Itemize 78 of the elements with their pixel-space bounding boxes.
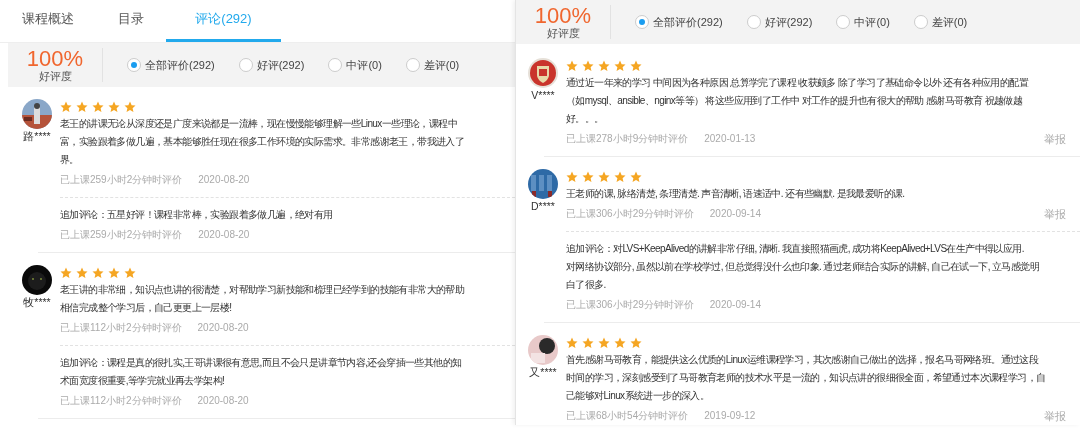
filter-radio[interactable]: 好评(292): [238, 56, 305, 74]
review-text: 时间的学习，深刻感受到了马哥教育老师的技术水平是一流的，知识点讲的很细很全面，希望通过本次课程学习，自: [566, 372, 1046, 383]
star-icon: [92, 101, 104, 113]
followup-text: 追加评论：五星好评！课程非常棒，实验跟着多做几遍，绝对有用: [60, 209, 333, 220]
star-icon: [582, 337, 594, 349]
review-date: 2020-08-20: [198, 228, 250, 242]
star-icon: [60, 267, 72, 279]
filter-radio[interactable]: 差评(0): [405, 56, 460, 74]
star-icon: [124, 267, 136, 279]
review-date: 2020-08-20: [197, 321, 249, 335]
filter-radio[interactable]: 中评(0): [836, 13, 890, 31]
star-icon: [92, 267, 104, 279]
star-icon: [582, 60, 594, 72]
tab[interactable]: 课程概述: [0, 0, 96, 42]
star-icon: [566, 337, 578, 349]
followup-text: 对网络协议部分, 虽然以前在学校学过, 但总觉得没什么也印象. 通过老师结合实际的讲解, 自己在试一下, 立马感觉明: [566, 261, 1039, 272]
star-icon: [598, 337, 610, 349]
review-text: 王老师的课, 脉络清楚, 条理清楚. 声音清晰, 语速适中. 还有些幽默. 是我最爱听的课.: [566, 188, 905, 199]
star-icon: [614, 171, 626, 183]
star-icon: [124, 101, 136, 113]
star-icon: [614, 337, 626, 349]
filter-radio[interactable]: 差评(0): [913, 13, 968, 31]
review-hours: 已上课112小时2分钟时评价: [60, 394, 182, 408]
user-name: 路****: [23, 129, 51, 144]
review-date: 2020-08-20: [197, 394, 249, 408]
review-text: 老王讲的非常细，知识点也讲的很清楚，对帮助学习新技能和梳理已经学到的技能有非常大的帮助: [60, 284, 465, 295]
rating-percent: 100%: [26, 48, 84, 70]
user-name: D****: [531, 199, 555, 214]
star-icon: [598, 60, 610, 72]
review-date: 2019-09-12: [704, 409, 756, 423]
review-date: 2020-09-14: [709, 207, 761, 221]
review-text: 界。: [60, 154, 79, 165]
star-icon: [566, 60, 578, 72]
review-hours: 已上课259小时2分钟时评价: [60, 173, 183, 187]
star-icon: [614, 60, 626, 72]
review-hours: 已上课259小时2分钟时评价: [60, 228, 183, 242]
star-icon: [630, 337, 642, 349]
star-icon: [108, 101, 120, 113]
review-text: 首先感谢马哥教育，能提供这么优质的Linux运维课程学习，其次感谢自己做出的选择，报名马哥网络班。通过这段: [566, 354, 1039, 365]
rating-label: 好评度: [38, 70, 72, 82]
filter-radio[interactable]: 全部评价(292): [127, 56, 215, 74]
rating-percent: 100%: [534, 5, 592, 27]
star-icon: [76, 267, 88, 279]
review-text: 通过近一年来的学习 中间因为各种原因 总算学完了课程 收获颇多 除了学习了基础命令以外 还有各种应用的配置: [566, 77, 1029, 88]
tab[interactable]: 目录: [96, 0, 166, 42]
followup-text: 术面宽度很重要,等学完就业再去学架构!: [60, 375, 225, 386]
filter-radio[interactable]: 全部评价(292): [635, 13, 723, 31]
filter-radio[interactable]: 中评(0): [328, 56, 382, 74]
review-text: 好。。。: [566, 113, 604, 124]
rating-label: 好评度: [546, 27, 580, 39]
review-date: 2020-01-13: [704, 132, 756, 146]
followup-text: 白了很多.: [566, 279, 606, 290]
star-icon: [108, 267, 120, 279]
filter-radio[interactable]: 好评(292): [746, 13, 813, 31]
review-text: （如mysql、ansible、nginx等等） 将这些应用到了工作中 对工作的提升也有很大的帮助 感谢马哥教育 祝越做越: [566, 95, 1023, 106]
review-text: 相信完成整个学习后，自己更更上一层楼!: [60, 302, 232, 313]
review-hours: 已上课112小时2分钟时评价: [60, 321, 182, 335]
star-icon: [630, 171, 642, 183]
review-hours: 已上课278小时9分钟时评价: [566, 132, 689, 146]
star-icon: [598, 171, 610, 183]
review-text: 富，实验跟着多做几遍，基本能够胜任现在很多工作环境的实际需求。非常感谢老王，带我进入了: [60, 136, 465, 147]
followup-text: 追加评论：对LVS+KeepAlived的讲解非常仔细, 清晰. 我直接照猫画虎, 成功将KeepAlived+LVS在生产中得以应用.: [566, 243, 1024, 254]
user-name: V****: [531, 88, 555, 103]
review-text: 老王的讲课无论从深度还是广度来说都是一流棒，现在慢慢能够理解一些Linux一些理论，课程中: [60, 118, 457, 129]
star-icon: [630, 60, 642, 72]
user-name: 牧****: [23, 295, 51, 310]
star-icon: [566, 171, 578, 183]
followup-text: 追加评论：课程是真的很扎实,王哥讲课很有意思,而且不会只是讲章节内容,还会穿插一些其他的知: [60, 357, 462, 368]
review-hours: 已上课68小时54分钟时评价: [566, 409, 689, 423]
star-icon: [582, 171, 594, 183]
user-name: 又****: [529, 365, 557, 380]
review-date: 2020-09-14: [709, 298, 761, 312]
review-hours: 已上课306小时29分钟时评价: [566, 207, 694, 221]
review-hours: 已上课306小时29分钟时评价: [566, 298, 694, 312]
review-text: 己能够对Linux系统进一步的深入。: [566, 390, 710, 401]
star-icon: [60, 101, 72, 113]
review-date: 2020-08-20: [198, 173, 250, 187]
star-icon: [76, 101, 88, 113]
